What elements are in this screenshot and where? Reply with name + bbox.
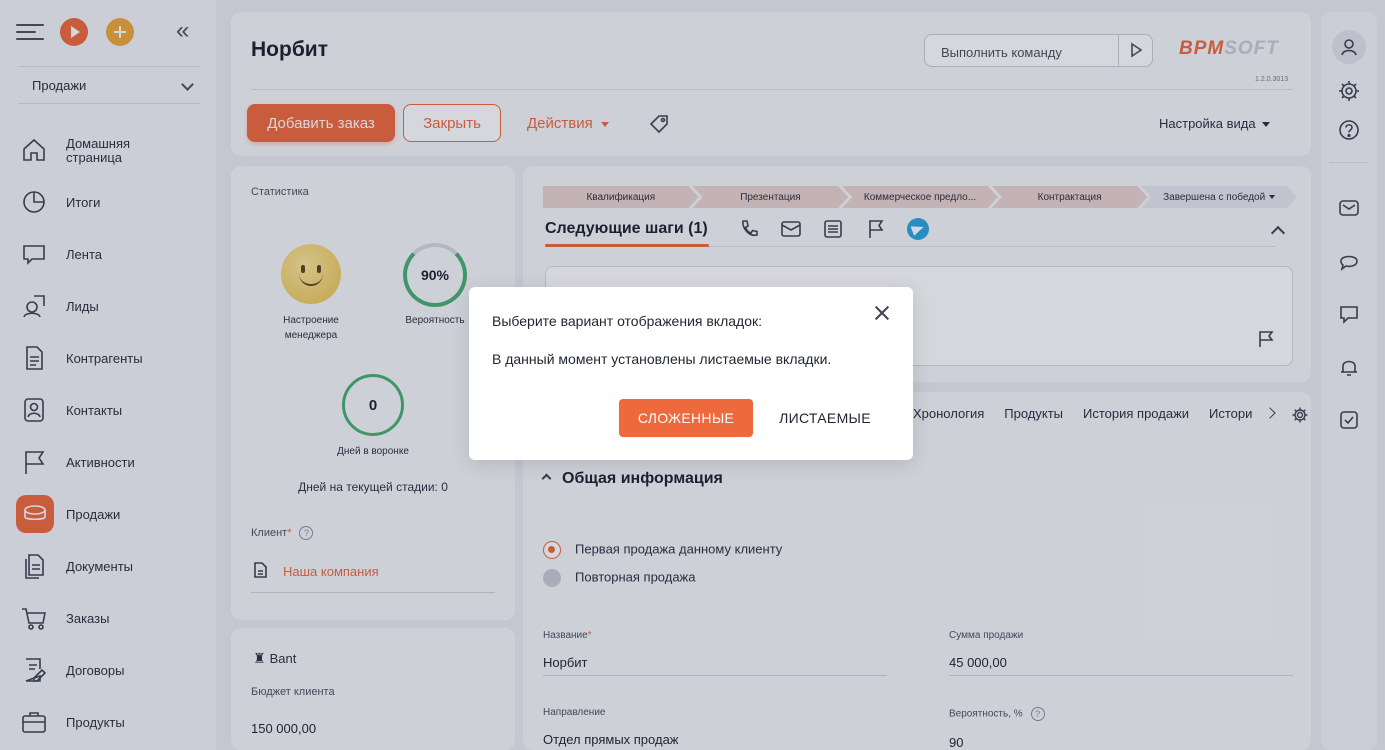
close-icon[interactable] xyxy=(874,305,890,321)
tab-display-dialog: Выберите вариант отображения вкладок: В … xyxy=(469,287,913,460)
scrollable-tabs-button[interactable]: ЛИСТАЕМЫЕ xyxy=(769,399,881,437)
dialog-message: В данный момент установлены листаемые вк… xyxy=(492,351,832,367)
folded-tabs-button[interactable]: СЛОЖЕННЫЕ xyxy=(619,399,753,437)
dialog-title: Выберите вариант отображения вкладок: xyxy=(492,313,763,329)
